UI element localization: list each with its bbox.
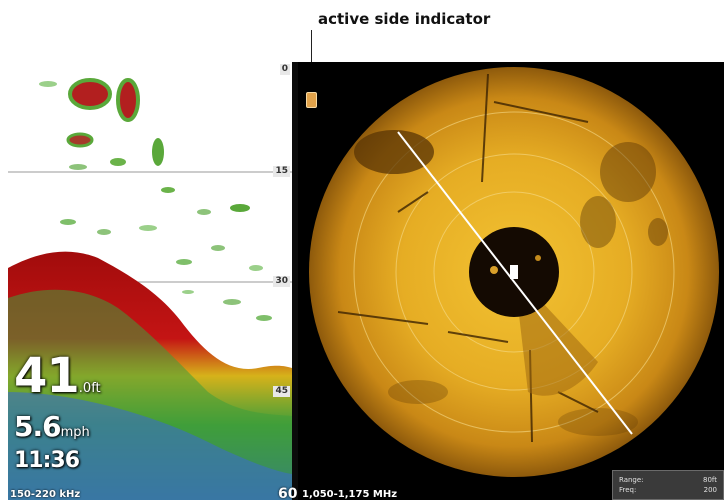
depth-readout: 41.0ft xyxy=(14,348,101,404)
left-frequency-label: 150-220 kHz xyxy=(10,489,81,500)
speed-value: 5.6 xyxy=(14,410,62,443)
range-info-box: Range: 80ft Freq: 200 xyxy=(612,470,724,500)
depth-value: 41 xyxy=(14,348,80,404)
speed-unit: mph xyxy=(60,425,90,440)
bottom-depth-scale: 60 xyxy=(278,486,298,500)
depth-tick: 30 xyxy=(273,276,290,287)
range-value: 80ft xyxy=(703,476,717,484)
center-return xyxy=(490,266,498,274)
active-side-indicator-callout: active side indicator xyxy=(318,10,491,28)
360-imaging-sonar[interactable] xyxy=(298,62,724,500)
time-readout: 11:36 xyxy=(14,448,80,473)
freq-label: Freq: xyxy=(619,486,637,494)
freq-value: 200 xyxy=(703,486,717,494)
2d-sonar-pane[interactable]: 0 15 30 45 41.0ft 5.6mph 11:36 150-220 k… xyxy=(8,62,292,500)
range-row: Range: 80ft xyxy=(619,475,717,485)
fish-finder-screen: 0 15 30 45 41.0ft 5.6mph 11:36 150-220 k… xyxy=(8,62,724,500)
center-return xyxy=(535,255,541,261)
boat-icon xyxy=(510,265,518,279)
depth-unit: .0ft xyxy=(78,381,101,396)
speed-readout: 5.6mph xyxy=(14,410,90,443)
depth-tick: 15 xyxy=(273,166,290,177)
time-value: 11:36 xyxy=(14,448,80,473)
range-label: Range: xyxy=(619,476,644,484)
active-side-indicator-icon[interactable] xyxy=(306,92,317,108)
freq-row: Freq: 200 xyxy=(619,485,717,495)
depth-tick: 0 xyxy=(279,64,290,75)
right-frequency-label: 1,050-1,175 MHz xyxy=(302,489,398,500)
depth-tick: 45 xyxy=(273,386,290,397)
